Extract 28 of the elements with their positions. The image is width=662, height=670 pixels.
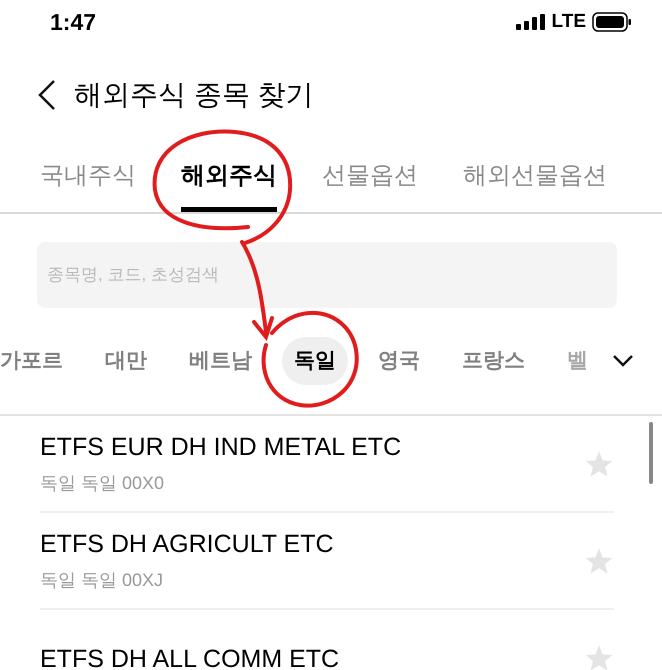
stock-name[interactable]: ETFS DH AGRICULT ETC (40, 529, 584, 559)
page-title: 해외주식 종목 찾기 (74, 78, 314, 112)
back-icon[interactable] (36, 79, 58, 111)
star-icon[interactable] (584, 450, 614, 478)
market-tab[interactable]: 선물옵션 (322, 144, 418, 212)
country-chip[interactable]: 벨 (555, 337, 600, 385)
market-tab[interactable]: 해외주식 (181, 144, 277, 212)
network-label: LTE (552, 10, 586, 34)
stock-name[interactable]: ETFS DH ALL COMM ETC (40, 644, 584, 670)
market-tab[interactable]: 국내주식 (40, 144, 136, 212)
stock-detail: 독일 독일 00X0 (40, 472, 166, 495)
status-time: 1:47 (50, 8, 96, 37)
country-chip[interactable]: 가포르 (0, 337, 75, 385)
battery-icon (592, 12, 632, 32)
signal-icon (516, 14, 546, 30)
search-field[interactable]: 종목명, 코드, 초성검색 (37, 242, 617, 308)
star-icon[interactable] (584, 546, 614, 574)
country-chip[interactable]: 대만 (93, 337, 159, 385)
star-icon[interactable] (584, 644, 614, 670)
country-chip[interactable]: 독일 (282, 337, 348, 385)
country-chip[interactable]: 영국 (366, 337, 432, 385)
chevron-down-icon[interactable] (612, 354, 634, 368)
market-tab[interactable]: 해외선물옵션 (463, 144, 607, 212)
country-chip[interactable]: 프랑스 (450, 337, 537, 385)
country-chip[interactable]: 베트남 (177, 337, 264, 385)
stock-name[interactable]: ETFS EUR DH IND METAL ETC (40, 432, 584, 462)
stock-detail: 독일 독일 00XJ (40, 569, 164, 592)
scrollbar (649, 422, 653, 484)
